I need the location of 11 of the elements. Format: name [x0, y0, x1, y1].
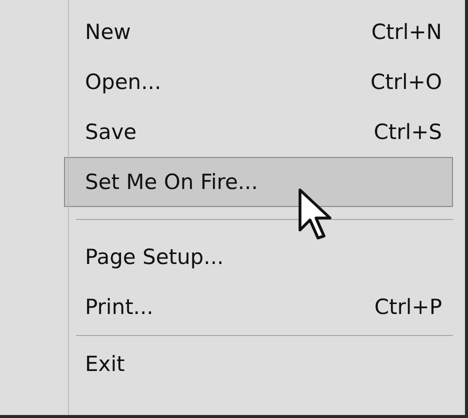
shortcut-label: Ctrl+O: [370, 70, 442, 94]
menu-item[interactable]: Page Setup...: [64, 232, 453, 282]
menu-item[interactable]: Exit: [64, 339, 453, 389]
shortcut-label: Ctrl+N: [371, 20, 442, 44]
menu-item[interactable]: Set Me On Fire...: [64, 157, 453, 207]
menu-item[interactable]: New Ctrl+N: [64, 7, 453, 57]
shortcut-label: Ctrl+S: [374, 120, 442, 144]
menu-item[interactable]: Save Ctrl+S: [64, 107, 453, 157]
menu-item[interactable]: Open... Ctrl+O: [64, 57, 453, 107]
shortcut-label: Ctrl+P: [374, 295, 442, 319]
menu-item[interactable]: Print... Ctrl+P: [64, 282, 453, 332]
